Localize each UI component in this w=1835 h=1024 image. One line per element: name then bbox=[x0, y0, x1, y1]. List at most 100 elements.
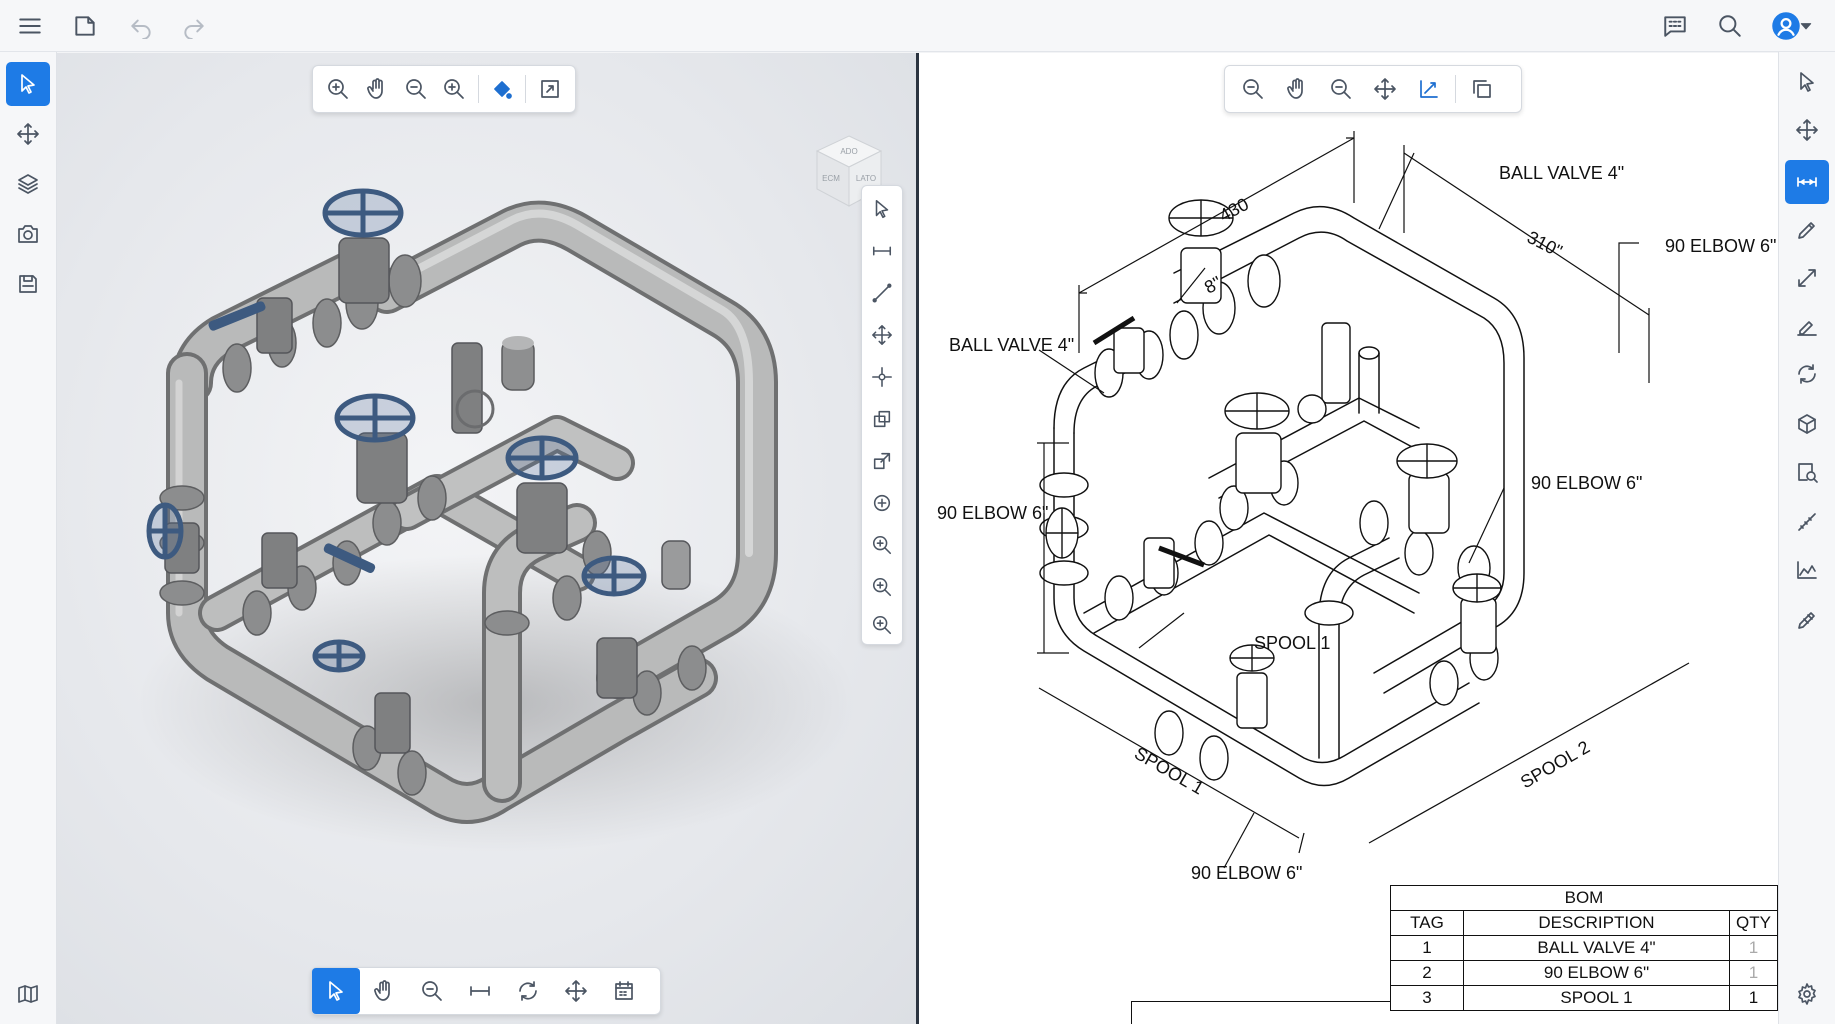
right-graph-button[interactable] bbox=[1785, 548, 1829, 592]
right-dimension-button[interactable] bbox=[1785, 160, 1829, 204]
redo-icon[interactable] bbox=[176, 8, 212, 44]
bottom-pan-button[interactable] bbox=[360, 970, 408, 1012]
drawing-sketch-button[interactable] bbox=[1407, 68, 1451, 110]
callout-ball-valve-top: BALL VALVE 4" bbox=[1499, 163, 1625, 183]
search-icon[interactable] bbox=[1712, 8, 1748, 44]
drawing-zoom-out-button-2[interactable] bbox=[1319, 68, 1363, 110]
side-add-point-button[interactable] bbox=[863, 484, 901, 522]
layers-button[interactable] bbox=[6, 162, 50, 206]
hand-icon bbox=[374, 980, 390, 1001]
bottom-zoom-out-button[interactable] bbox=[408, 970, 456, 1012]
side-zoom-button-1[interactable] bbox=[863, 526, 901, 564]
rotate-icon bbox=[1798, 364, 1816, 384]
callout-elbow-top-right: 90 ELBOW 6" bbox=[1665, 236, 1777, 256]
comments-icon[interactable] bbox=[1657, 8, 1693, 44]
bom-header-description: DESCRIPTION bbox=[1463, 910, 1730, 936]
inspect-icon bbox=[1798, 463, 1818, 483]
rotate-icon bbox=[519, 981, 537, 1001]
toolbar-divider bbox=[477, 75, 479, 103]
zoom-out-button[interactable] bbox=[396, 68, 435, 110]
paint-bucket-button[interactable] bbox=[483, 68, 522, 110]
paint-bucket-icon bbox=[494, 81, 512, 99]
side-select-button[interactable] bbox=[863, 190, 901, 228]
side-move-button[interactable] bbox=[863, 316, 901, 354]
menu-icon[interactable] bbox=[12, 8, 48, 44]
hand-icon bbox=[367, 78, 383, 99]
left-toolbar bbox=[0, 52, 57, 1024]
bom-cell-qty: 1 bbox=[1729, 935, 1778, 961]
drawing-pan-button[interactable] bbox=[1275, 68, 1319, 110]
side-zoom-button-2[interactable] bbox=[863, 568, 901, 606]
bom-cell-tag: 2 bbox=[1390, 960, 1464, 986]
undo-icon[interactable] bbox=[123, 8, 159, 44]
right-cube-button[interactable] bbox=[1785, 402, 1829, 446]
side-point-button[interactable] bbox=[863, 358, 901, 396]
snapshot-button[interactable] bbox=[6, 212, 50, 256]
fit-screen-button[interactable] bbox=[530, 68, 569, 110]
save-button[interactable] bbox=[6, 262, 50, 306]
save-icon bbox=[19, 275, 37, 293]
move-tool-button[interactable] bbox=[6, 112, 50, 156]
pan-button[interactable] bbox=[358, 68, 397, 110]
right-pencil-button[interactable] bbox=[1785, 208, 1829, 252]
right-select-button[interactable] bbox=[1785, 60, 1829, 104]
right-inspect-button[interactable] bbox=[1785, 450, 1829, 494]
move-icon bbox=[1374, 78, 1396, 100]
side-link-button[interactable] bbox=[863, 442, 901, 480]
bottom-move-button[interactable] bbox=[552, 970, 600, 1012]
bom-cell-tag: 1 bbox=[1390, 935, 1464, 961]
move-icon bbox=[872, 325, 892, 345]
zoom-in-icon bbox=[872, 577, 892, 597]
drawing-zoom-out-button[interactable] bbox=[1231, 68, 1275, 110]
zoom-window-button[interactable] bbox=[435, 68, 474, 110]
zoom-in-icon bbox=[444, 79, 465, 99]
bottom-calendar-button[interactable] bbox=[600, 970, 648, 1012]
drawing-top-toolbar bbox=[1224, 65, 1522, 113]
viewport-bottom-toolbar bbox=[311, 967, 661, 1015]
bom-row: 3 SPOOL 1 1 bbox=[1390, 985, 1778, 1011]
side-zoom-button-3[interactable] bbox=[863, 606, 901, 644]
chevron-down-icon[interactable] bbox=[1796, 8, 1816, 44]
cube-icon bbox=[1798, 414, 1816, 434]
right-edit-pen-button[interactable] bbox=[1785, 598, 1829, 642]
title-block bbox=[1131, 1001, 1391, 1024]
callout-ball-valve-left: BALL VALVE 4" bbox=[949, 335, 1075, 355]
right-rotate-button[interactable] bbox=[1785, 352, 1829, 396]
right-measure-line-button[interactable] bbox=[1785, 500, 1829, 544]
cursor-icon bbox=[329, 981, 343, 1001]
callout-elbow-mid-right: 90 ELBOW 6" bbox=[1531, 473, 1643, 493]
callout-spool-1: SPOOL 1 bbox=[1254, 633, 1331, 653]
camera-icon bbox=[18, 225, 38, 243]
viewcube-left-label: ECM bbox=[822, 174, 840, 183]
settings-button[interactable] bbox=[1785, 972, 1829, 1016]
right-highlighter-button[interactable] bbox=[1785, 304, 1829, 348]
side-measure-button[interactable] bbox=[863, 232, 901, 270]
side-line-button[interactable] bbox=[863, 274, 901, 312]
dimension-icon bbox=[1797, 177, 1817, 187]
move-icon bbox=[1796, 119, 1818, 141]
bom-cell-description: SPOOL 1 bbox=[1463, 985, 1730, 1011]
model-3d-viewport[interactable]: ADO ECM LATO bbox=[57, 53, 916, 1024]
viewcube-right-label: LATO bbox=[856, 174, 876, 183]
piping-3d-model[interactable] bbox=[57, 53, 916, 1024]
right-diagonal-dimension-button[interactable] bbox=[1785, 256, 1829, 300]
bom-row: 1 BALL VALVE 4" 1 bbox=[1390, 935, 1778, 961]
bottom-measure-button[interactable] bbox=[456, 970, 504, 1012]
add-circle-icon bbox=[873, 494, 891, 512]
zoom-in-button[interactable] bbox=[319, 68, 358, 110]
isometric-drawing[interactable] bbox=[919, 53, 1778, 1024]
copy-icon bbox=[873, 410, 891, 428]
drawing-copy-button[interactable] bbox=[1460, 68, 1504, 110]
select-tool-button[interactable] bbox=[6, 62, 50, 106]
drawing-move-button[interactable] bbox=[1363, 68, 1407, 110]
side-copy-button[interactable] bbox=[863, 400, 901, 438]
new-file-icon[interactable] bbox=[67, 8, 103, 44]
right-move-button[interactable] bbox=[1785, 108, 1829, 152]
measure-icon bbox=[872, 246, 892, 256]
library-button[interactable] bbox=[6, 972, 50, 1016]
bottom-rotate-button[interactable] bbox=[504, 970, 552, 1012]
bom-cell-qty: 1 bbox=[1729, 960, 1778, 986]
drawing-2d-viewport[interactable]: BALL VALVE 4" 90 ELBOW 6" BALL VALVE 4" … bbox=[919, 53, 1778, 1024]
bottom-select-button[interactable] bbox=[312, 968, 360, 1014]
viewport-side-toolbar bbox=[861, 185, 903, 645]
